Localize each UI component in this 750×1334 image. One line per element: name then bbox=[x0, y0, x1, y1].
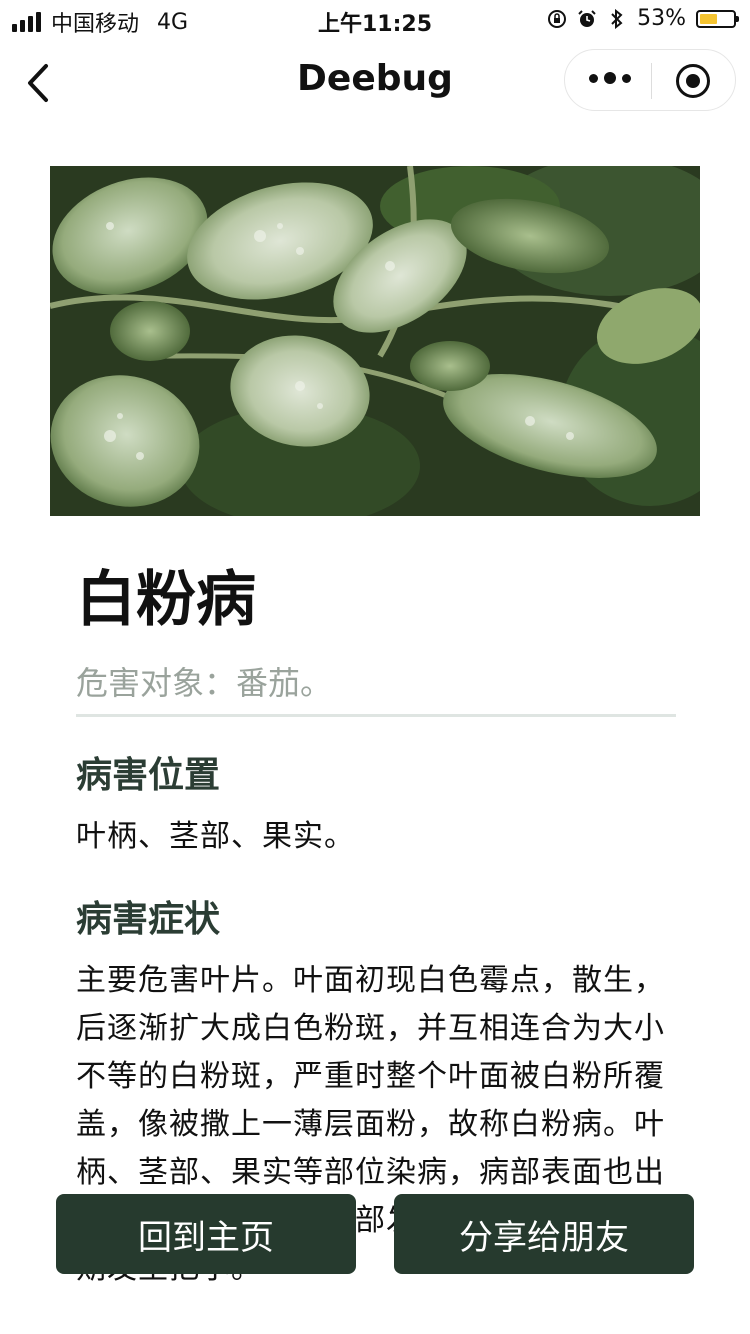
bluetooth-icon bbox=[607, 8, 627, 29]
share-button[interactable]: 分享给朋友 bbox=[394, 1194, 694, 1274]
more-dots-icon[interactable] bbox=[589, 72, 631, 84]
plant-leaves-photo bbox=[50, 166, 700, 516]
disease-detail: 白粉病 危害对象：番茄。 病害位置 叶柄、茎部、果实。 病害症状 主要危害叶片。… bbox=[76, 560, 676, 1293]
alarm-icon bbox=[577, 9, 597, 29]
target-circle-icon[interactable] bbox=[676, 64, 710, 98]
status-bar: 中国移动 4G 上午11:25 53% bbox=[0, 0, 750, 40]
nav-bar: Deebug bbox=[0, 44, 750, 124]
battery-icon bbox=[696, 9, 739, 28]
section-heading-location: 病害位置 bbox=[76, 755, 221, 796]
mini-program-capsule bbox=[564, 49, 736, 111]
battery-fill bbox=[700, 13, 717, 24]
battery-percent: 53% bbox=[637, 6, 686, 31]
section-body-location: 叶柄、茎部、果实。 bbox=[76, 819, 355, 854]
disease-target: 危害对象：番茄。 bbox=[76, 658, 676, 717]
disease-name: 白粉病 bbox=[76, 565, 256, 635]
rotation-lock-icon bbox=[547, 9, 567, 29]
capsule-divider bbox=[651, 63, 652, 99]
hero-image bbox=[50, 166, 700, 516]
section-heading-symptoms: 病害症状 bbox=[76, 899, 221, 940]
status-right: 53% bbox=[547, 6, 739, 31]
home-button[interactable]: 回到主页 bbox=[56, 1194, 356, 1274]
